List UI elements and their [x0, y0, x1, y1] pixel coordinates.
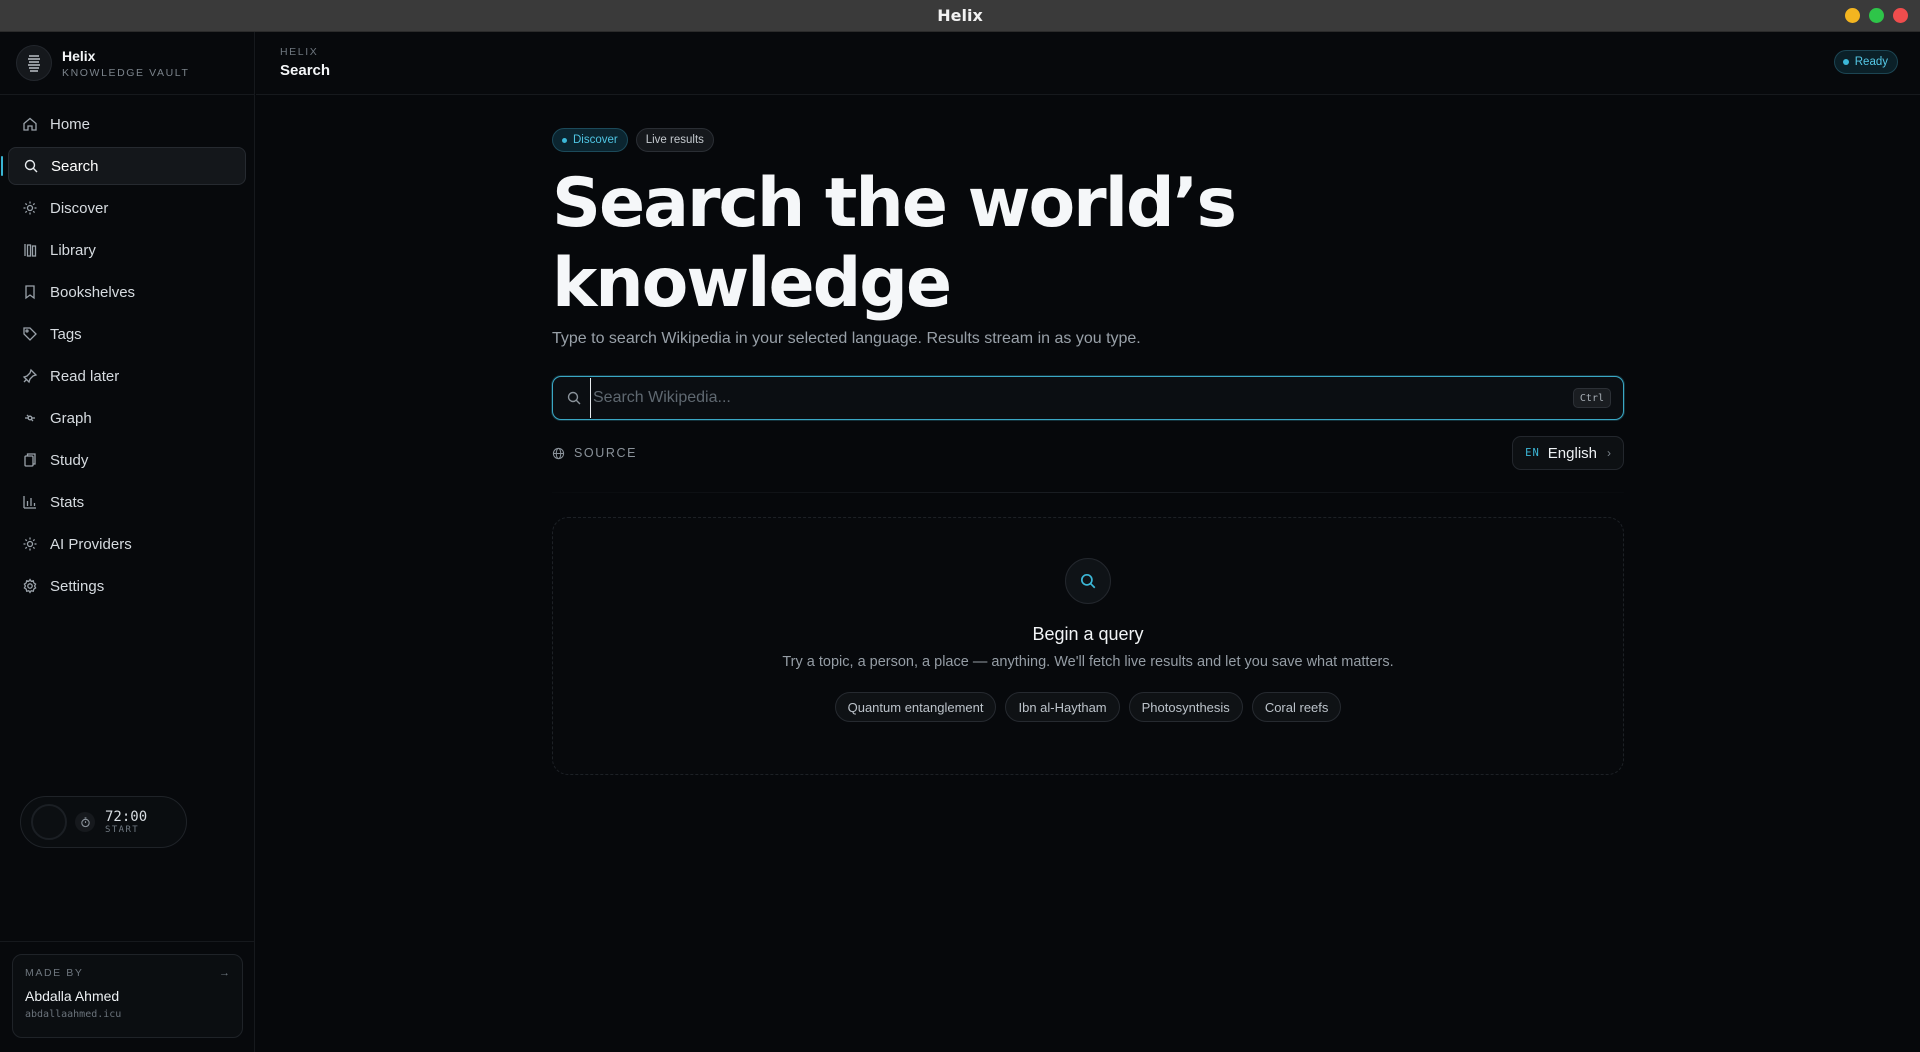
sidebar-item-label: Home [50, 115, 91, 133]
sidebar-item-bookshelves[interactable]: Bookshelves [8, 273, 246, 311]
live-results-chip: Live results [635, 128, 714, 152]
sidebar-item-label: Study [50, 451, 89, 469]
tag-icon [22, 326, 38, 342]
sidebar-item-discover[interactable]: Discover [8, 189, 246, 227]
sidebar-item-ai-providers[interactable]: AI Providers [8, 525, 246, 563]
keyboard-shortcut-hint: Ctrl [1572, 388, 1611, 408]
sidebar: Helix KNOWLEDGE VAULT Home Search Discov… [0, 32, 255, 1052]
footer: MADE BY → Abdalla Ahmed abdallaahmed.icu [0, 941, 255, 1050]
source-row: SOURCE EN English › [552, 436, 1624, 470]
search-icon [23, 158, 39, 174]
helix-logo-icon [16, 45, 52, 81]
sidebar-item-label: Stats [50, 493, 85, 511]
main-content: Discover Live results Search the world’s… [552, 128, 1624, 775]
timer-progress-ring [31, 804, 67, 840]
empty-state-title: Begin a query [1032, 624, 1144, 644]
sidebar-item-search[interactable]: Search [1, 147, 246, 185]
suggestion-chip[interactable]: Ibn al-Haytham [1005, 692, 1120, 722]
search-input[interactable] [590, 378, 1573, 418]
window-titlebar: Helix [0, 0, 1920, 32]
empty-state-description: Try a topic, a person, a place — anythin… [782, 654, 1394, 670]
search-box[interactable]: Ctrl [552, 376, 1624, 420]
sidebar-item-label: AI Providers [50, 535, 132, 553]
close-button[interactable] [1893, 8, 1908, 23]
globe-icon [552, 447, 565, 459]
discover-chip-label: Discover [573, 134, 618, 146]
suggestion-chip[interactable]: Coral reefs [1251, 692, 1342, 722]
page-header: HELIX Search Ready [256, 32, 1920, 95]
breadcrumb: HELIX [280, 46, 319, 58]
maximize-button[interactable] [1869, 8, 1884, 23]
status-badge: Ready [1833, 50, 1898, 74]
suggestion-chip[interactable]: Photosynthesis [1128, 692, 1243, 722]
sidebar-item-label: Discover [50, 199, 109, 217]
sidebar-item-label: Library [50, 241, 96, 259]
discover-chip[interactable]: Discover [552, 128, 628, 152]
made-by-card[interactable]: MADE BY → Abdalla Ahmed abdallaahmed.icu [12, 954, 243, 1038]
timer-time: 72:00 [105, 809, 148, 825]
author-url[interactable]: abdallaahmed.icu [25, 1009, 230, 1020]
live-results-label: Live results [645, 134, 704, 146]
cards-icon [22, 452, 38, 468]
source-label: SOURCE [552, 446, 637, 460]
sidebar-item-study[interactable]: Study [8, 441, 246, 479]
arrow-right-icon: → [219, 967, 230, 979]
stopwatch-icon [75, 812, 95, 832]
brand-name: Helix [62, 47, 96, 64]
status-text: Ready [1854, 56, 1888, 68]
chevron-right-icon: › [1607, 446, 1611, 460]
compass-icon [22, 200, 38, 216]
home-icon [22, 116, 38, 132]
focus-timer[interactable]: 72:00 START [20, 796, 187, 848]
hero-subtitle: Type to search Wikipedia in your selecte… [552, 330, 1141, 347]
search-icon [567, 391, 581, 405]
sparkle-icon [22, 536, 38, 552]
sidebar-item-library[interactable]: Library [8, 231, 246, 269]
suggestion-chip[interactable]: Quantum entanglement [834, 692, 997, 722]
language-code: EN [1525, 447, 1540, 459]
sidebar-item-stats[interactable]: Stats [8, 483, 246, 521]
page-title: Search [280, 62, 331, 79]
language-name: English [1547, 444, 1597, 462]
search-icon [1065, 558, 1111, 604]
minimize-button[interactable] [1845, 8, 1860, 23]
sidebar-item-label: Search [51, 157, 99, 175]
brand[interactable]: Helix KNOWLEDGE VAULT [0, 32, 254, 95]
gear-icon [22, 578, 38, 594]
timer-start-label[interactable]: START [105, 825, 147, 835]
brand-subtitle: KNOWLEDGE VAULT [62, 66, 190, 79]
bar-chart-icon [22, 494, 38, 510]
sidebar-item-label: Settings [50, 577, 105, 595]
sidebar-item-graph[interactable]: Graph [8, 399, 246, 437]
bookmark-icon [22, 284, 38, 300]
sidebar-item-read-later[interactable]: Read later [8, 357, 246, 395]
sidebar-item-settings[interactable]: Settings [8, 567, 246, 605]
dot-icon [562, 137, 567, 143]
sidebar-item-label: Read later [50, 367, 120, 385]
status-dot-icon [1842, 59, 1849, 65]
sidebar-item-tags[interactable]: Tags [8, 315, 246, 353]
graph-icon [22, 410, 38, 426]
library-icon [22, 242, 38, 258]
window-controls [1845, 8, 1908, 23]
empty-state: Begin a query Try a topic, a person, a p… [552, 517, 1624, 775]
sidebar-item-label: Tags [50, 325, 82, 343]
sidebar-item-label: Graph [50, 409, 92, 427]
sidebar-item-label: Bookshelves [50, 283, 136, 301]
divider [552, 492, 1624, 493]
window-title: Helix [937, 6, 983, 25]
suggestion-list: Quantum entanglement Ibn al-Haytham Phot… [834, 692, 1342, 722]
made-by-label: MADE BY [25, 967, 84, 979]
language-selector[interactable]: EN English › [1512, 436, 1624, 470]
chip-row: Discover Live results [552, 128, 1624, 152]
author-name: Abdalla Ahmed [25, 988, 120, 1004]
source-label-text: SOURCE [574, 446, 638, 460]
sidebar-item-home[interactable]: Home [8, 105, 246, 143]
pin-icon [22, 368, 38, 384]
sidebar-nav: Home Search Discover Library Bookshelves… [0, 95, 254, 605]
hero-heading: Search the world’s knowledge [552, 164, 1237, 323]
